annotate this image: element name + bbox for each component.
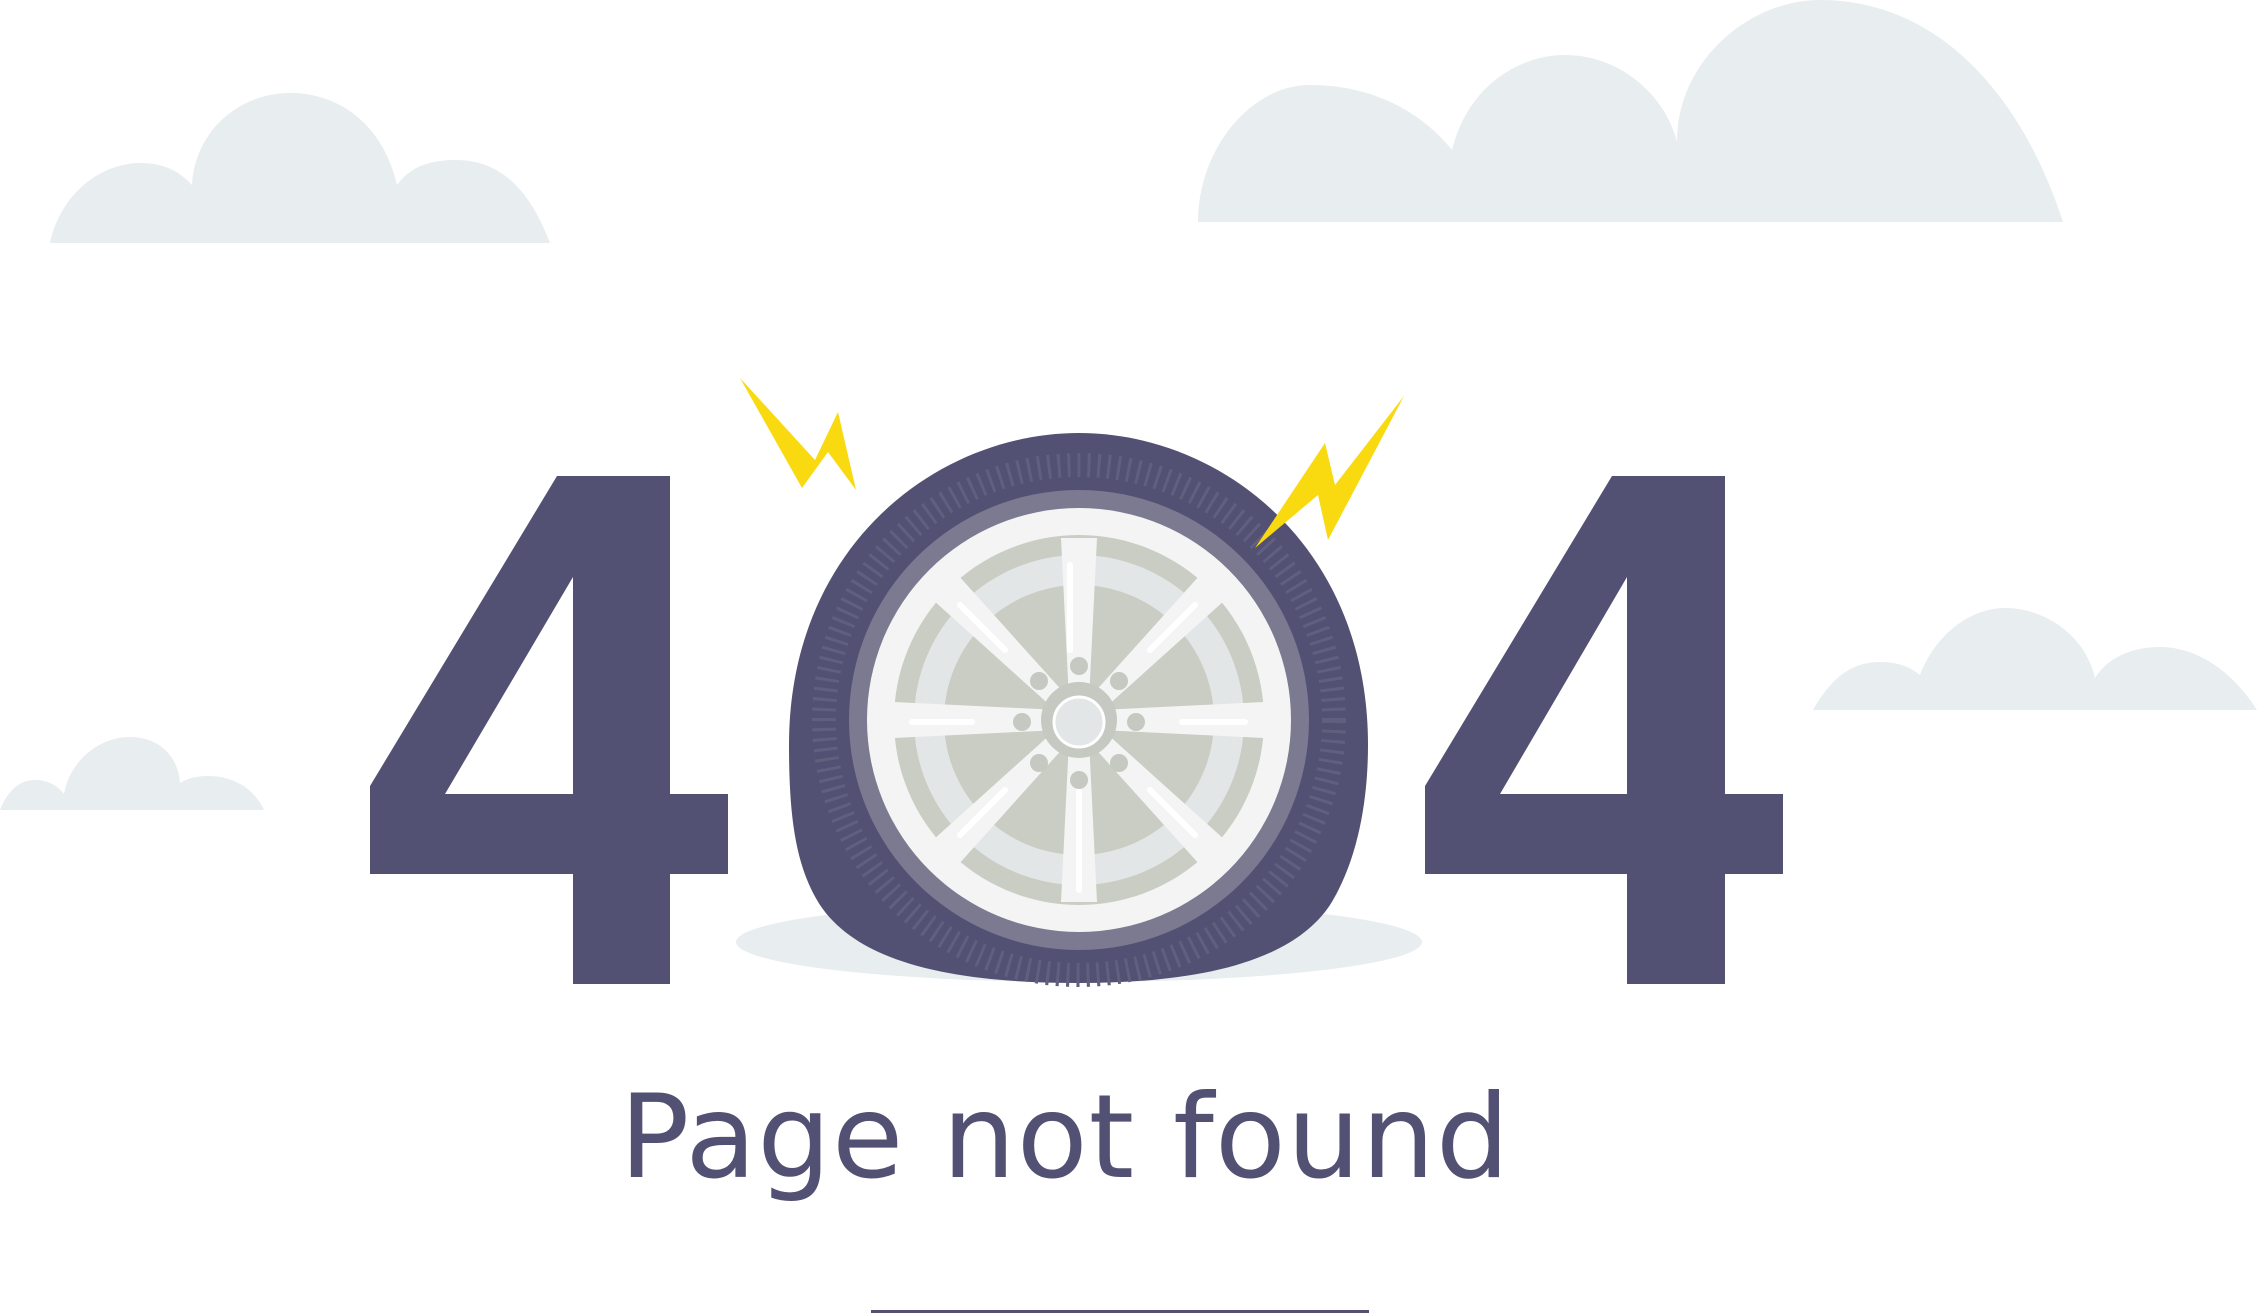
cloud-mid-right — [1813, 608, 2257, 710]
cloud-mid-left — [0, 737, 264, 810]
cloud-top-right — [1198, 0, 2063, 222]
error-404-illustration: Page not found — [0, 0, 2257, 1313]
digit-4-right — [1425, 476, 1783, 984]
page-not-found-message: Page not found — [619, 1070, 1511, 1205]
cloud-top-left — [50, 93, 550, 243]
digit-4-left — [370, 476, 728, 984]
hub-cap-inner — [1052, 695, 1106, 749]
lightning-bolt-icon — [1255, 396, 1404, 548]
lightning-bolt-icon — [740, 378, 856, 490]
